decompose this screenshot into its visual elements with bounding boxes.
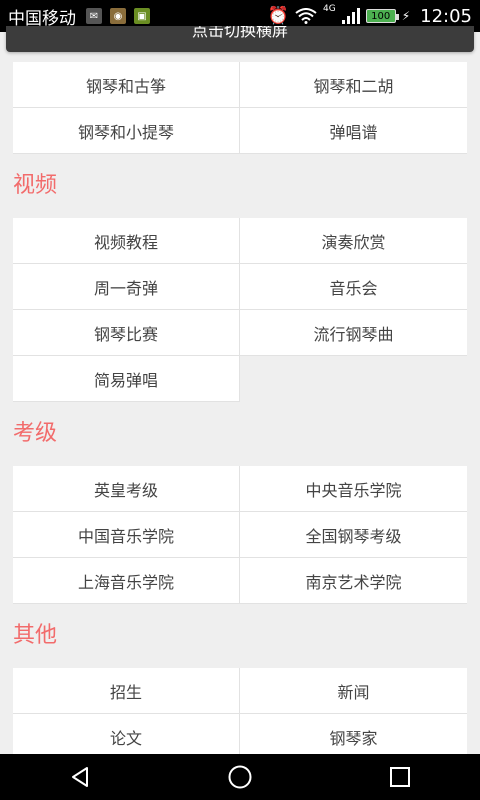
section-other: 招生 新闻 论文 钢琴家	[13, 668, 468, 760]
list-item[interactable]: 招生	[13, 668, 240, 714]
list-item[interactable]: 音乐会	[240, 264, 467, 310]
list-item[interactable]: 简易弹唱	[13, 356, 240, 402]
alarm-icon: ⏰	[267, 6, 289, 26]
recents-icon	[390, 767, 410, 787]
list-item[interactable]: 南京艺术学院	[240, 558, 467, 604]
section-video: 视频教程 演奏欣赏 周一奇弹 音乐会 钢琴比赛 流行钢琴曲 简易弹唱	[13, 218, 468, 402]
navigation-bar	[0, 754, 480, 800]
signal-icon	[341, 8, 360, 24]
list-item[interactable]: 上海音乐学院	[13, 558, 240, 604]
app-notification-icon: ◉	[110, 8, 126, 24]
section-title-exam: 考级	[13, 421, 58, 446]
wifi-icon	[295, 8, 317, 24]
list-item[interactable]: 中央音乐学院	[240, 466, 467, 512]
back-icon	[72, 767, 88, 787]
home-icon	[228, 765, 252, 789]
battery-icon: 100	[365, 9, 399, 23]
list-item[interactable]: 钢琴和古筝	[13, 62, 240, 108]
content: 钢琴和古筝 钢琴和二胡 钢琴和小提琴 弹唱谱 视频 视频教程 演奏欣赏 周一奇弹…	[0, 62, 480, 760]
list-item[interactable]: 视频教程	[13, 218, 240, 264]
section-exam: 英皇考级 中央音乐学院 中国音乐学院 全国钢琴考级 上海音乐学院 南京艺术学院	[13, 466, 468, 604]
mail-notification-icon: ✉	[86, 8, 102, 24]
list-item[interactable]: 钢琴比赛	[13, 310, 240, 356]
list-item[interactable]: 英皇考级	[13, 466, 240, 512]
list-item[interactable]: 钢琴和小提琴	[13, 108, 240, 154]
section-instruments: 钢琴和古筝 钢琴和二胡 钢琴和小提琴 弹唱谱	[13, 62, 468, 154]
image-notification-icon: ▣	[134, 8, 150, 24]
list-item[interactable]: 周一奇弹	[13, 264, 240, 310]
toggle-landscape-label: 点击切换横屏	[191, 26, 288, 40]
section-title-other: 其他	[13, 623, 58, 648]
back-button[interactable]	[60, 757, 100, 797]
list-item[interactable]: 弹唱谱	[240, 108, 467, 154]
recents-button[interactable]	[380, 757, 420, 797]
list-item[interactable]: 演奏欣赏	[240, 218, 467, 264]
list-item[interactable]: 中国音乐学院	[13, 512, 240, 558]
list-item[interactable]: 流行钢琴曲	[240, 310, 467, 356]
list-item[interactable]: 钢琴和二胡	[240, 62, 467, 108]
toggle-landscape-banner[interactable]: 点击切换横屏	[6, 26, 474, 52]
battery-level: 100	[371, 10, 391, 22]
home-button[interactable]	[220, 757, 260, 797]
section-title-video: 视频	[13, 173, 58, 198]
list-item[interactable]: 新闻	[240, 668, 467, 714]
carrier-name: 中国移动	[8, 8, 76, 29]
clock: 12:05	[420, 5, 472, 27]
list-item[interactable]: 全国钢琴考级	[240, 512, 467, 558]
charging-icon: ⚡	[401, 9, 411, 23]
network-type: 4G	[322, 4, 336, 14]
